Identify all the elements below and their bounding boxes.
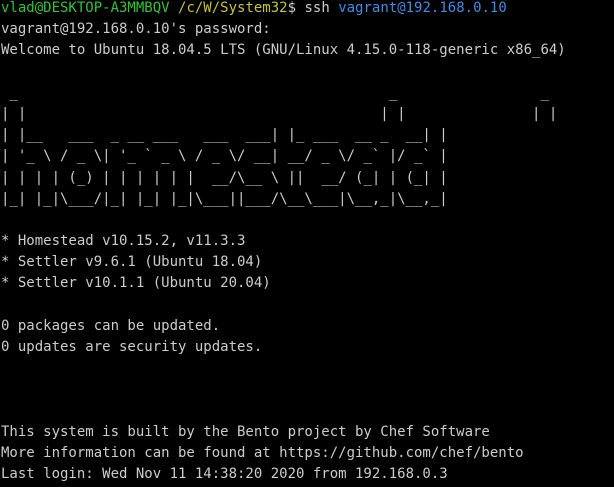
welcome-message: Welcome to Ubuntu 18.04.5 LTS (GNU/Linux… — [1, 42, 566, 59]
footer-line: More information can be found at https:/… — [1, 444, 524, 461]
prompt-user-host: vlad@DESKTOP-A3MMBQV — [1, 0, 170, 16]
banner-line: | | | | (_) | | | | | | __/\__ \ || __/ … — [1, 169, 448, 186]
prompt-command: ssh — [304, 0, 330, 16]
updates-line: 0 updates are security updates. — [1, 339, 263, 355]
terminal-window[interactable]: vlad@DESKTOP-A3MMBQV /c/W/System32$ ssh … — [0, 0, 614, 487]
ssh-target: vagrant@192.168.0.10 — [338, 0, 507, 16]
last-login-line: Last login: Wed Nov 11 14:38:20 2020 fro… — [1, 466, 448, 483]
prompt-symbol: $ — [287, 0, 297, 16]
footer-line: This system is built by the Bento projec… — [1, 423, 490, 440]
banner-line: | | | | | | — [1, 105, 558, 122]
version-line: * Settler v9.6.1 (Ubuntu 18.04) — [1, 254, 263, 271]
banner-line: |_| |_|\___/|_| |_| |_|\___||___/\__\___… — [1, 190, 448, 207]
updates-line: 0 packages can be updated. — [1, 317, 221, 334]
password-prompt: vagrant@192.168.0.10's password: — [1, 21, 271, 38]
prompt-path: /c/W/System32 — [178, 0, 288, 16]
version-line: * Homestead v10.15.2, v11.3.3 — [1, 233, 246, 250]
version-line: * Settler v10.1.1 (Ubuntu 20.04) — [1, 275, 271, 292]
banner-line: | '_ \ / _ \| '_ ` _ \ / _ \/ __| __/ _ … — [1, 148, 448, 165]
banner-line: _ _ _ — [1, 84, 549, 101]
banner-line: | |__ ___ _ __ ___ ___ ___| |_ ___ __ _ … — [1, 127, 448, 144]
prompt-line: vlad@DESKTOP-A3MMBQV /c/W/System32$ ssh … — [1, 0, 614, 19]
